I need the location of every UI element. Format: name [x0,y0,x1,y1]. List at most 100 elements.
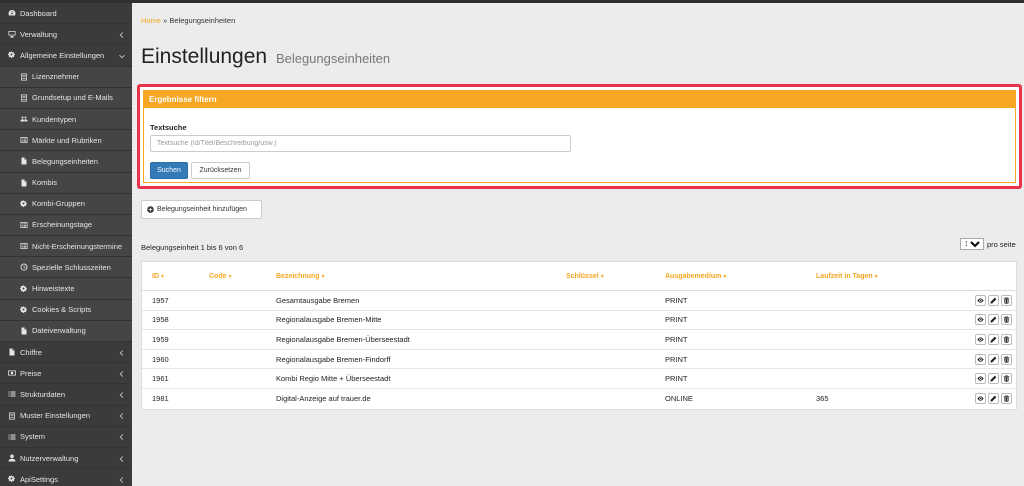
column-laufzeit-header[interactable]: Laufzeit in Tagen▼ [806,273,956,280]
sidebar-item-nicht-erscheinungstermine[interactable]: Nicht-Erscheinungstermine [0,236,132,258]
view-button[interactable] [975,333,986,345]
chevron-left-icon [119,476,126,483]
sidebar: Dashboard Verwaltung Allgemeine Einstellun… [0,3,132,486]
chevron-left-icon [119,412,126,419]
sidebar-item-dashboard[interactable]: Dashboard [0,3,132,25]
sidebar-item-system[interactable]: System [0,427,132,448]
column-header-label: ID [152,272,159,280]
sidebar-item-label: ApiSettings [20,474,58,484]
add-booking-unit-button[interactable]: Belegungseinheit hinzufügen [141,200,262,219]
view-button[interactable] [975,314,986,326]
column-ausgabemedium-cell: PRINT [665,374,688,384]
edit-button[interactable] [988,373,999,385]
delete-button[interactable] [1001,393,1012,405]
column-ausgabemedium-header[interactable]: Ausgabemedium▼ [655,273,806,280]
edit-button[interactable] [988,314,999,326]
chevron-left-icon [119,455,126,462]
delete-button[interactable] [1001,373,1012,385]
sidebar-item-label: Hinweistexte [32,284,75,294]
column-bezeichnung-cell: Regionalausgabe Bremen-Findorff [276,354,391,364]
sidebar-item-label: Nutzerverwaltung [20,453,79,463]
sidebar-item-hinweistexte[interactable]: Hinweistexte [0,278,132,300]
sidebar-item-preise[interactable]: Preise [0,363,132,385]
sidebar-item-label: Dashboard [20,8,57,18]
sidebar-item-nutzerverwaltung[interactable]: Nutzerverwaltung [0,448,132,470]
result-count: Belegungseinheit 1 bis 6 von 6 [141,243,244,252]
sidebar-item-chiffre[interactable]: Chiffre [0,342,132,364]
sort-caret-icon: ▼ [320,273,326,280]
edit-button[interactable] [988,353,999,365]
pencil-icon [990,395,997,402]
sidebar-item-grundsetup-und-e-mails[interactable]: Grundsetup und E-Mails [0,87,132,109]
column-bezeichnung-cell: Gesamtausgabe Bremen [276,295,360,305]
column-ausgabemedium-cell: PRINT [665,315,688,325]
reset-button[interactable]: Zurücksetzen [191,162,250,179]
page-subtitle: Belegungseinheiten [275,51,391,66]
search-button[interactable]: Suchen [150,162,188,179]
sidebar-item-kombi-gruppen[interactable]: Kombi-Gruppen [0,193,132,215]
sidebar-item-kundentypen[interactable]: Kundentypen [0,108,132,131]
sidebar-item-erscheinungstage[interactable]: Erscheinungstage [0,214,132,237]
gears-icon [19,284,28,293]
column-bezeichnung-cell: Kombi Regio Mitte + Überseestadt [276,374,391,384]
file-icon [7,348,16,357]
dashboard-icon [7,9,16,18]
edit-button[interactable] [988,333,999,345]
add-booking-unit-label: Belegungseinheit hinzufügen [157,206,247,213]
list-alt-icon [19,220,28,229]
sidebar-item-muster-einstellungen[interactable]: Muster Einstellungen [0,406,132,427]
sidebar-item-cookies-scripts[interactable]: Cookies & Scripts [0,299,132,321]
view-button[interactable] [975,294,986,306]
delete-button[interactable] [1001,294,1012,306]
column-code-header[interactable]: Code▼ [199,273,266,280]
column-header-label: Bezeichnung [276,272,320,280]
view-button[interactable] [975,373,986,385]
sidebar-item-apisettings[interactable]: ApiSettings [0,469,132,486]
pencil-icon [990,297,997,304]
sidebar-item-label: Preise [20,368,42,378]
sidebar-item-märkte-und-rubriken[interactable]: Märkte und Rubriken [0,130,132,152]
sidebar-item-strukturdaten[interactable]: Strukturdaten [0,384,132,406]
table-row: 1981 Digital-Anzeige auf trauer.de ONLINE 3… [142,389,1016,409]
page-title-text: Einstellungen [141,45,268,68]
sidebar-item-verwaltung[interactable]: Verwaltung [0,24,132,46]
column-id-cell: 1957 [152,295,169,305]
sidebar-item-belegungseinheiten[interactable]: Belegungseinheiten [0,151,132,173]
breadcrumb: Home » Belegungseinheiten [141,16,235,25]
view-button[interactable] [975,393,986,405]
column-schluessel-header[interactable]: Schlüssel▼ [556,273,655,280]
view-button[interactable] [975,353,986,365]
table-header: ID▼ Code▼ Bezeichnung▼ Schlüssel▼ Ausgabemed… [142,262,1016,291]
text-search-input[interactable] [150,135,571,152]
chevron-left-icon [119,31,126,38]
list-alt-icon [19,242,28,251]
sidebar-item-label: Kombis [32,178,58,188]
column-id-cell: 1961 [152,374,169,384]
column-ausgabemedium-cell: PRINT [665,354,688,364]
sidebar-item-allgemeine-einstellungen[interactable]: Allgemeine Einstellungen [0,45,132,67]
sidebar-item-spezielle-schlusszeiten[interactable]: Spezielle Schlusszeiten [0,257,132,279]
money-icon [7,369,16,378]
page-size-select[interactable]: 10 [960,238,984,250]
sidebar-item-dateiverwaltung[interactable]: Dateiverwaltung [0,320,132,342]
breadcrumb-home-link[interactable]: Home [141,16,161,25]
edit-button[interactable] [988,294,999,306]
sidebar-item-lizenznehmer[interactable]: Lizenznehmer [0,66,132,88]
pencil-icon [990,375,997,382]
page-title: Einstellungen Belegungseinheiten [141,45,390,69]
delete-button[interactable] [1001,333,1012,345]
gears-icon [19,199,28,208]
sidebar-item-label: Erscheinungstage [32,220,93,230]
delete-button[interactable] [1001,314,1012,326]
edit-button[interactable] [988,393,999,405]
sidebar-item-label: Kombi-Gruppen [32,199,85,209]
column-header-label: Laufzeit in Tagen [816,272,873,280]
sidebar-item-kombis[interactable]: Kombis [0,172,132,194]
sidebar-item-label: Allgemeine Einstellungen [20,50,105,60]
users-icon [19,115,28,124]
delete-button[interactable] [1001,353,1012,365]
list-icon [7,432,16,441]
column-bezeichnung-header[interactable]: Bezeichnung▼ [266,273,556,280]
column-id-header[interactable]: ID▼ [142,273,199,280]
eye-icon [977,376,984,381]
